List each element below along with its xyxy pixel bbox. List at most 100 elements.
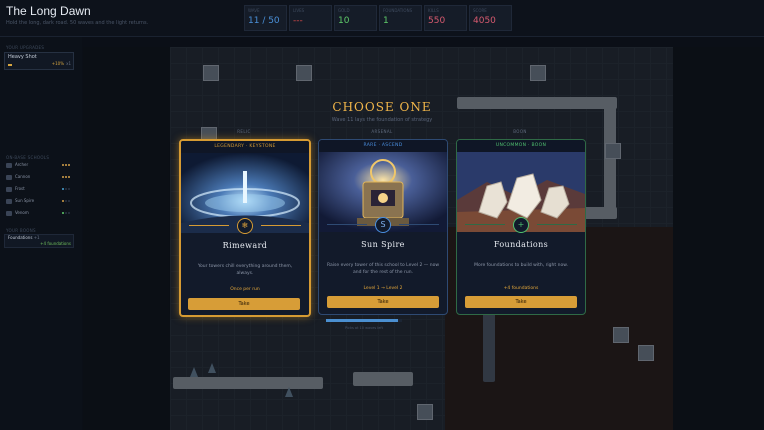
stat-label: WAVE (248, 8, 260, 13)
tower-icon (6, 175, 12, 180)
stat-kills: KILLS 550 (424, 5, 467, 31)
school-row[interactable]: Archer (4, 161, 72, 170)
stat-wave: WAVE 11 / 50 (244, 5, 287, 31)
school-level-dots (62, 188, 70, 190)
upgrades-heading: YOUR UPGRADES (6, 45, 45, 50)
take-button[interactable]: Take (188, 298, 300, 310)
divider (261, 225, 301, 226)
level-dot (62, 164, 64, 166)
card-foundations[interactable]: UNCOMMON · BOON + Foundations More found… (456, 139, 586, 315)
pick-progress-label: Picks at 10 waves left (345, 326, 383, 330)
choose-subtitle: Wave 11 lays the foundation of strategy (331, 117, 433, 123)
card-rarity: RARE · ASCEND (319, 140, 447, 152)
boons-heading: YOUR BOONS (6, 228, 36, 233)
stats-bar: WAVE 11 / 50 LIVES --- GOLD 10 FOUNDATIONS 1… (244, 5, 512, 31)
divider (537, 224, 577, 225)
stat-label: SCORE (473, 8, 487, 13)
stat-value: 1 (383, 16, 389, 26)
school-name: Cannon (15, 174, 31, 179)
card-note: Level 1 → Level 2 (363, 286, 403, 291)
card-sun-spire[interactable]: RARE · ASCEND S Sun Spire Raise every to… (318, 139, 448, 315)
card-note: +4 foundations (503, 286, 539, 291)
card-description: More foundations to build with, right no… (474, 263, 568, 268)
school-row[interactable]: Cannon (4, 173, 72, 182)
stat-label: FOUNDATIONS (383, 8, 413, 13)
plus-icon: + (513, 217, 529, 233)
level-dot (68, 164, 70, 166)
stat-label: LIVES (293, 8, 305, 13)
level-dot (65, 176, 67, 178)
level-dot (68, 212, 70, 214)
stat-score: SCORE 4050 (469, 5, 512, 31)
level-dot (68, 188, 70, 190)
level-dot (65, 188, 67, 190)
choose-title: CHOOSE ONE (332, 100, 432, 114)
level-dot (65, 212, 67, 214)
level-dot (62, 176, 64, 178)
card-description: Raise every tower of this school to Leve… (327, 263, 440, 275)
snowflake-icon: ❄ (237, 218, 253, 234)
upgrade-card[interactable]: Heavy Shot +10% x1 (4, 52, 74, 70)
tower-icon (6, 163, 12, 168)
school-name: Venom (15, 210, 29, 215)
level-dot (62, 188, 64, 190)
upgrade-level: x1 (66, 61, 71, 66)
divider (465, 224, 505, 225)
stat-value: --- (293, 16, 303, 26)
upgrade-name: Heavy Shot (8, 54, 37, 60)
stat-value: 10 (338, 16, 350, 26)
tower-icon (6, 199, 12, 204)
school-name: Frost (15, 186, 25, 191)
stat-lives: LIVES --- (289, 5, 332, 31)
level-dot (68, 200, 70, 202)
pick-progress-fill (326, 319, 399, 322)
school-name: Sun Spire (15, 198, 35, 203)
divider (189, 225, 229, 226)
stat-value: 550 (428, 16, 446, 26)
schools-heading: ON-BASE SCHOOLS (6, 155, 50, 160)
upgrade-progress (8, 64, 12, 66)
level-dot (62, 212, 64, 214)
stat-label: KILLS (428, 8, 439, 13)
top-bar: The Long Dawn Hold the long, dark road. … (0, 0, 764, 37)
card-description: Your towers chill everything around them… (197, 264, 293, 276)
stat-label: GOLD (338, 8, 350, 13)
take-button[interactable]: Take (465, 296, 577, 308)
category-label: RELIC (237, 129, 251, 134)
foundations-card[interactable]: Foundations +1 +4 foundations (4, 234, 74, 248)
card-name: Foundations (493, 240, 549, 249)
school-row[interactable]: Sun Spire (4, 197, 72, 206)
card-rimeward[interactable]: LEGENDARY · KEYSTONE ❄ Rimeward Your tow… (179, 139, 311, 317)
take-button[interactable]: Take (327, 296, 439, 308)
foundations-sub: +4 foundations (40, 241, 71, 246)
game-subtitle: Hold the long, dark road. 50 waves and t… (6, 20, 149, 26)
school-level-dots (62, 200, 70, 202)
school-row[interactable]: Venom (4, 209, 72, 218)
pick-progress-bar (326, 319, 402, 322)
school-level-dots (62, 212, 70, 214)
level-dot (68, 176, 70, 178)
card-rarity: UNCOMMON · BOON (457, 140, 585, 152)
school-row[interactable]: Frost (4, 185, 72, 194)
category-label: BOON (513, 129, 527, 134)
upgrade-pct: +10% (51, 61, 64, 66)
divider (327, 224, 367, 225)
sun-spire-icon: S (375, 217, 391, 233)
card-note: Once per run (230, 287, 260, 292)
card-rarity: LEGENDARY · KEYSTONE (181, 141, 309, 153)
category-label: ARSENAL (371, 129, 393, 134)
foundations-name: Foundations +1 (8, 235, 40, 240)
stat-foundations: FOUNDATIONS 1 (379, 5, 422, 31)
card-name: Rimeward (222, 241, 268, 250)
level-dot (62, 200, 64, 202)
school-level-dots (62, 164, 70, 166)
stat-gold: GOLD 10 (334, 5, 377, 31)
tower-icon (6, 187, 12, 192)
divider (399, 224, 439, 225)
game-title: The Long Dawn (6, 4, 91, 18)
stat-value: 11 / 50 (248, 16, 280, 26)
level-dot (65, 164, 67, 166)
school-name: Archer (15, 162, 29, 167)
stat-value: 4050 (473, 16, 496, 26)
card-name: Sun Spire (361, 240, 405, 249)
